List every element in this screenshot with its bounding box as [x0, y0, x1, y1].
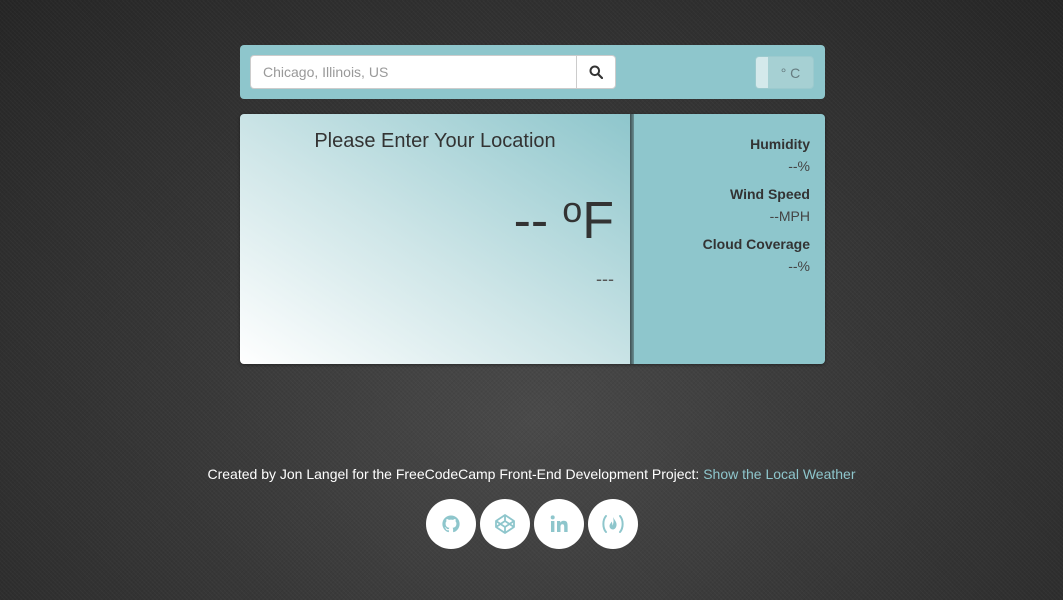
search-icon: [589, 65, 603, 79]
linkedin-link[interactable]: [534, 499, 584, 549]
github-link[interactable]: [426, 499, 476, 549]
humidity-stat: Humidity --%: [750, 136, 810, 174]
temperature-display: -- oF: [513, 189, 614, 250]
location-search-input[interactable]: [250, 55, 576, 89]
location-title: Please Enter Your Location: [314, 130, 556, 152]
cloud-coverage-label: Cloud Coverage: [702, 236, 810, 252]
search-button[interactable]: [576, 55, 616, 89]
weather-stats-panel: Humidity --% Wind Speed --MPH Cloud Cove…: [634, 114, 825, 364]
temperature-unit: F: [582, 192, 614, 250]
wind-speed-value: --MPH: [769, 208, 810, 224]
project-link[interactable]: Show the Local Weather: [703, 466, 855, 482]
weather-card: Please Enter Your Location -- oF --- Humi…: [240, 114, 825, 364]
degree-symbol: o: [562, 189, 583, 230]
footer-credit-text: Created by Jon Langel for the FreeCodeCa…: [207, 466, 704, 482]
weather-description: ---: [596, 269, 614, 289]
wind-speed-stat: Wind Speed --MPH: [730, 186, 810, 224]
github-icon: [442, 515, 460, 533]
unit-toggle[interactable]: ° C: [755, 56, 814, 89]
cloud-coverage-value: --%: [788, 258, 810, 274]
unit-toggle-label: ° C: [780, 64, 801, 81]
codepen-link[interactable]: [480, 499, 530, 549]
humidity-value: --%: [788, 158, 810, 174]
humidity-label: Humidity: [750, 136, 810, 152]
search-bar: ° C: [240, 45, 825, 99]
freecodecamp-icon: [602, 515, 624, 533]
cloud-coverage-stat: Cloud Coverage --%: [703, 236, 810, 274]
footer-credit: Created by Jon Langel for the FreeCodeCa…: [0, 466, 1063, 482]
freecodecamp-link[interactable]: [588, 499, 638, 549]
wind-speed-label: Wind Speed: [730, 186, 810, 202]
weather-main-panel: Please Enter Your Location -- oF ---: [240, 114, 630, 364]
codepen-icon: [495, 514, 515, 534]
temperature-value: --: [513, 192, 549, 250]
linkedin-icon: [550, 515, 568, 532]
toggle-knob[interactable]: [756, 57, 768, 88]
